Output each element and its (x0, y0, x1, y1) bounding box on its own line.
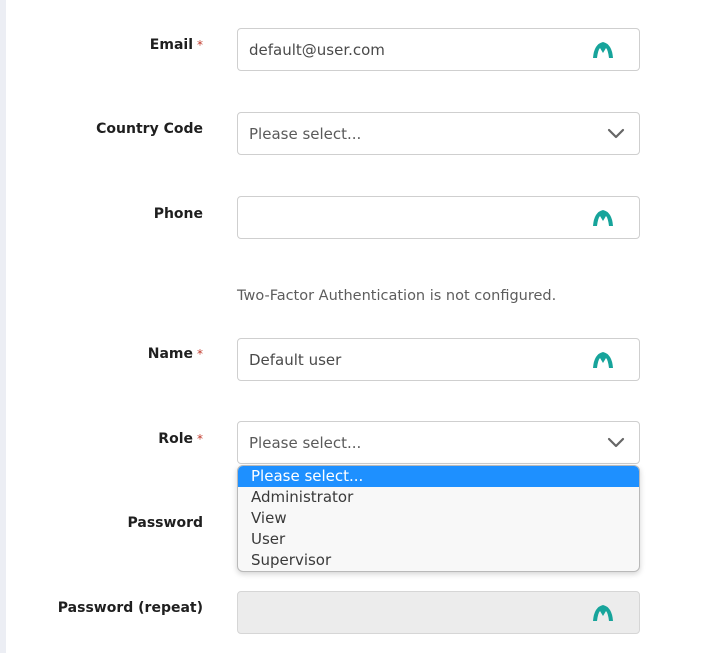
email-label-text: Email (149, 37, 193, 53)
phone-label-text: Phone (153, 206, 203, 222)
password-manager-icon[interactable] (591, 603, 615, 623)
role-option[interactable]: User (238, 529, 639, 550)
role-option[interactable]: View (238, 508, 639, 529)
password-label-text: Password (127, 515, 203, 531)
role-option[interactable]: Please select... (238, 466, 639, 487)
password-manager-icon[interactable] (591, 40, 615, 60)
email-required-mark: * (197, 38, 203, 52)
country-code-placeholder: Please select... (249, 125, 362, 143)
role-option[interactable]: Administrator (238, 487, 639, 508)
two-factor-note: Two-Factor Authentication is not configu… (237, 288, 557, 304)
password-repeat-label: Password (repeat) (0, 600, 203, 616)
email-field[interactable]: default@user.com (237, 28, 640, 71)
chevron-down-icon (607, 437, 625, 448)
phone-label: Phone (0, 206, 203, 222)
role-placeholder: Please select... (249, 434, 362, 452)
phone-field[interactable] (237, 196, 640, 239)
country-code-label-text: Country Code (96, 121, 203, 137)
name-label-text: Name (147, 346, 193, 362)
country-code-select[interactable]: Please select... (237, 112, 640, 155)
country-code-label: Country Code (0, 121, 203, 137)
role-required-mark: * (197, 432, 203, 446)
role-label: Role * (0, 431, 203, 447)
email-value: default@user.com (249, 41, 385, 59)
name-label: Name * (0, 346, 203, 362)
password-repeat-label-text: Password (repeat) (57, 600, 203, 616)
password-manager-icon[interactable] (591, 350, 615, 370)
chevron-down-icon (607, 128, 625, 139)
left-rail (0, 0, 6, 653)
password-label: Password (0, 515, 203, 531)
role-dropdown-list: Please select... Administrator View User… (237, 465, 640, 572)
name-value: Default user (249, 351, 342, 369)
role-option[interactable]: Supervisor (238, 550, 639, 571)
password-repeat-field[interactable] (237, 591, 640, 634)
role-select[interactable]: Please select... (237, 421, 640, 464)
name-field[interactable]: Default user (237, 338, 640, 381)
email-label: Email * (0, 37, 203, 53)
name-required-mark: * (197, 347, 203, 361)
role-label-text: Role (158, 431, 193, 447)
password-manager-icon[interactable] (591, 208, 615, 228)
